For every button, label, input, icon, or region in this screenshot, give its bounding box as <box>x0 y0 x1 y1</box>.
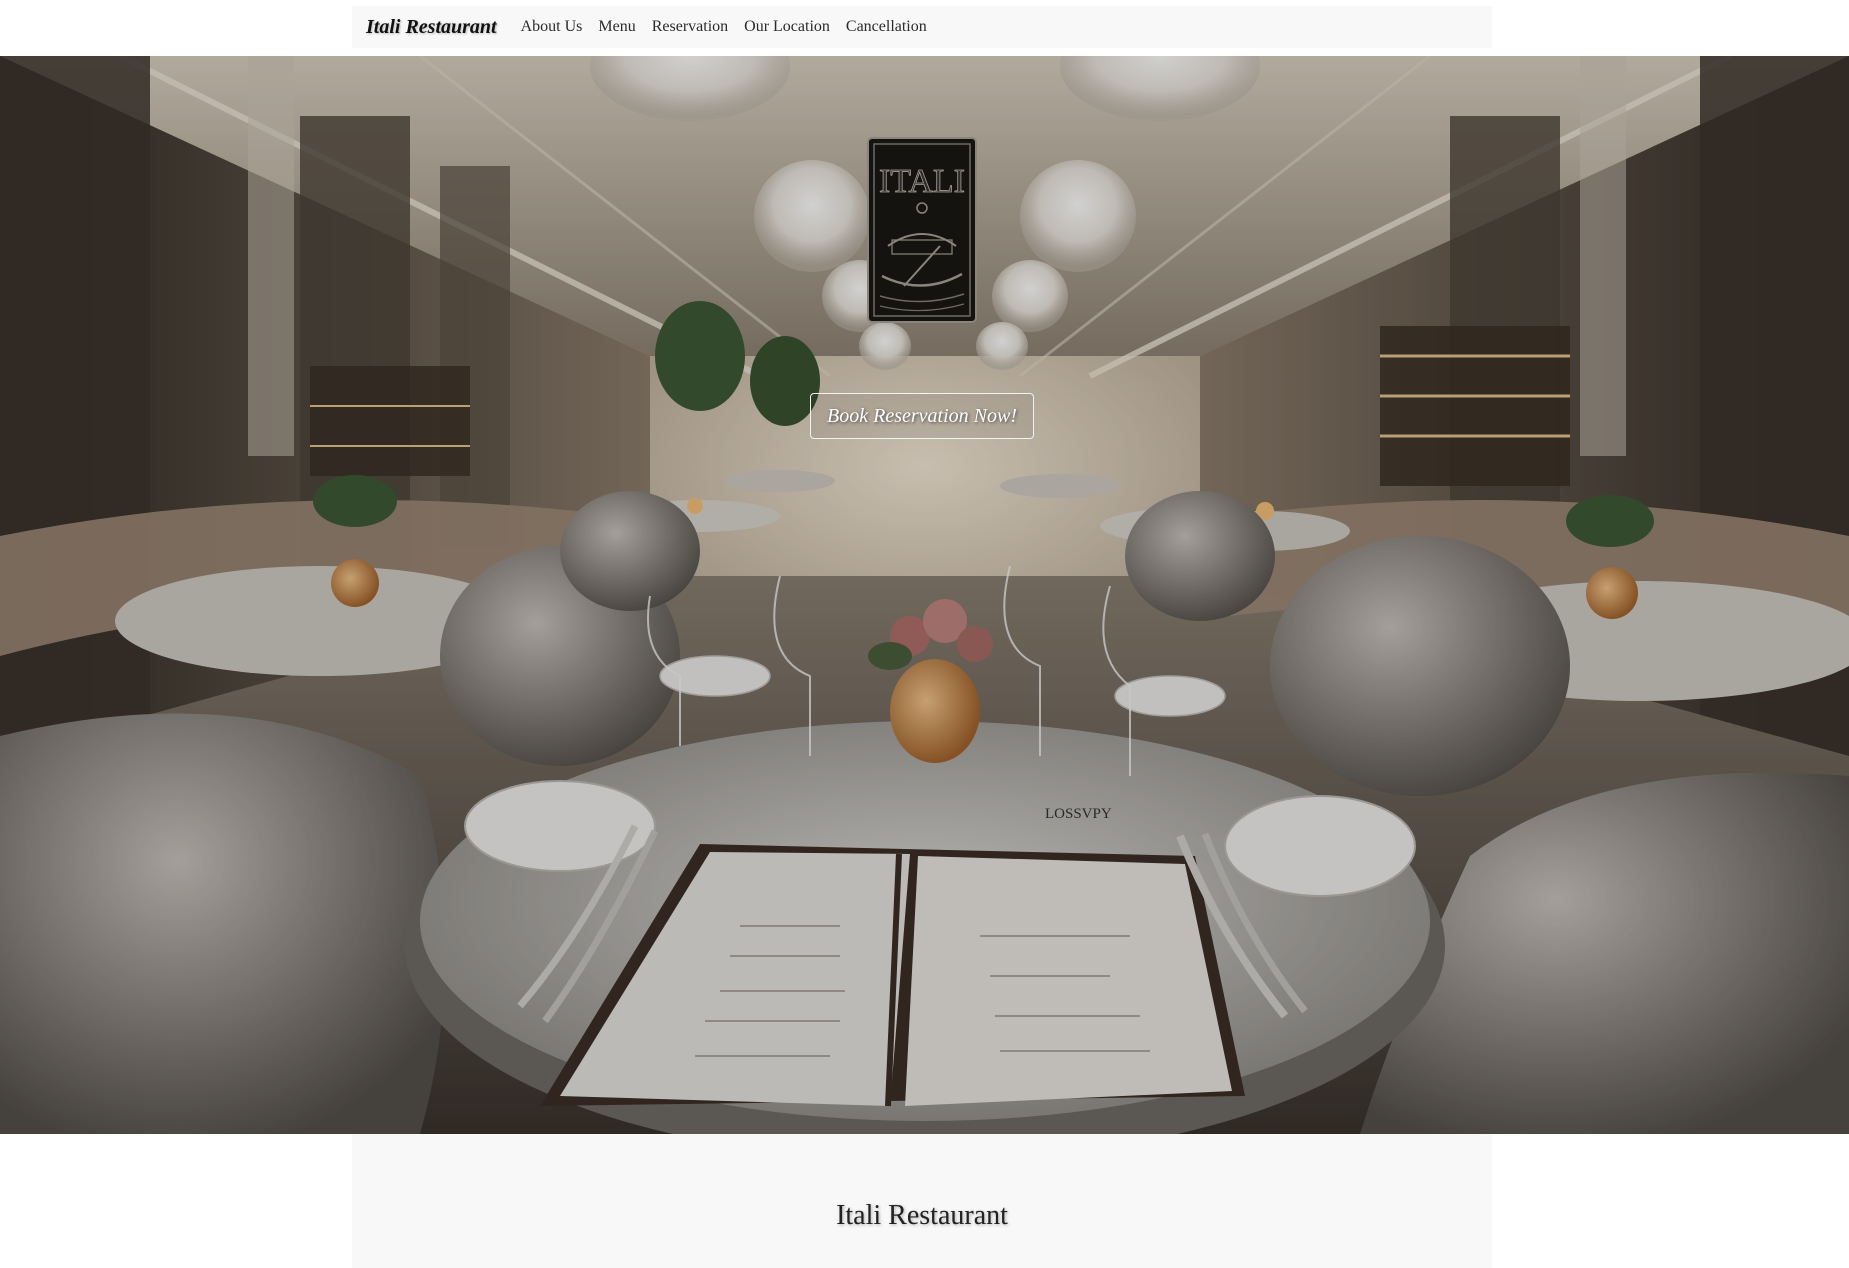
nav-link-menu[interactable]: Menu <box>598 18 635 36</box>
nav-link-our-location[interactable]: Our Location <box>744 18 830 36</box>
about-section: Itali Restaurant <box>352 1134 1492 1268</box>
nav-link-cancellation[interactable]: Cancellation <box>846 18 927 36</box>
nav-link-reservation[interactable]: Reservation <box>652 18 728 36</box>
book-reservation-button[interactable]: Book Reservation Now! <box>810 393 1034 439</box>
logo-text: ITALI <box>879 163 965 200</box>
page: Itali Restaurant About Us Menu Reservati… <box>0 0 1849 1268</box>
hero-banner: LOSSVPY ITALI Book Reservation Now! <box>0 56 1849 1134</box>
gondola-logo-icon: ITALI <box>867 137 977 323</box>
navbar: Itali Restaurant About Us Menu Reservati… <box>352 6 1492 48</box>
brand-link[interactable]: Itali Restaurant <box>366 16 497 39</box>
section-title: Itali Restaurant <box>836 1200 1008 1231</box>
nav-link-about-us[interactable]: About Us <box>521 18 583 36</box>
